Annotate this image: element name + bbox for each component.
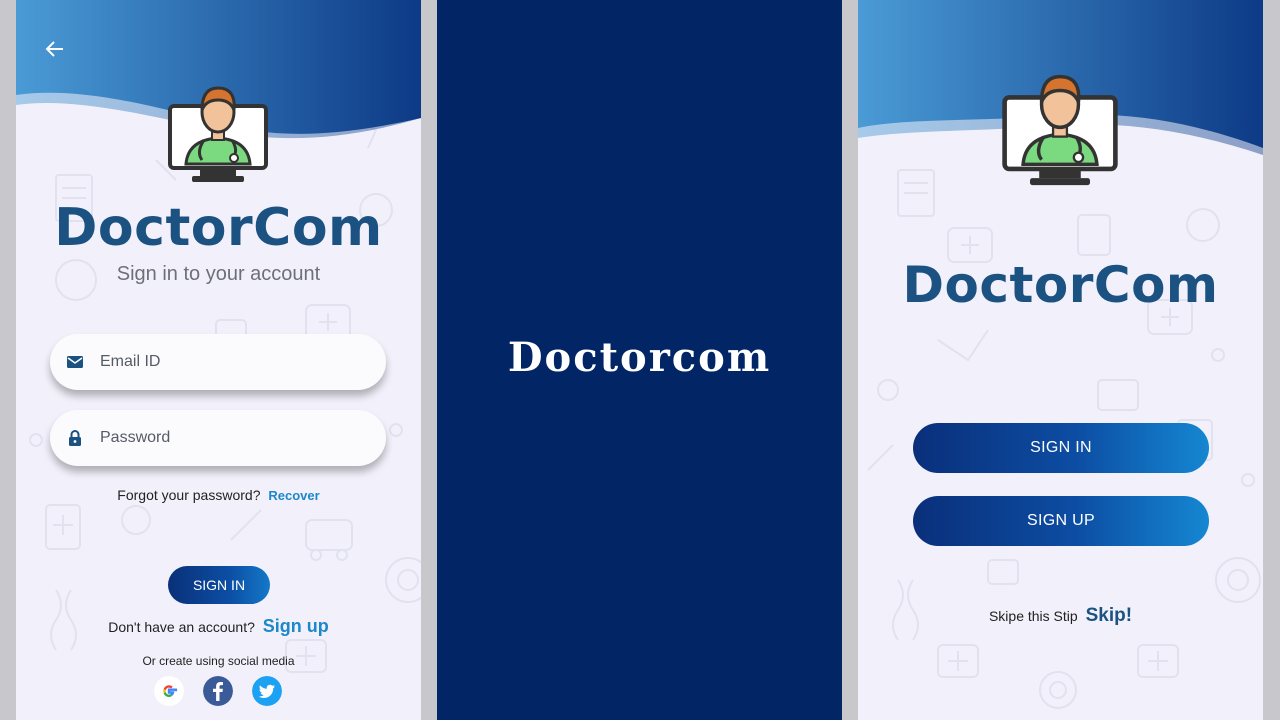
skip-row: Skipe this Stip Skip! [858, 605, 1263, 627]
email-field[interactable] [50, 334, 386, 390]
back-arrow-icon[interactable] [44, 38, 66, 60]
signin-button[interactable]: SIGN IN [913, 423, 1209, 473]
signup-button[interactable]: SIGN UP [913, 496, 1209, 546]
splash-screen: Doctorcom [437, 0, 842, 720]
password-field[interactable] [50, 410, 386, 466]
email-input[interactable] [98, 352, 362, 372]
twitter-icon[interactable] [252, 676, 282, 706]
recover-link[interactable]: Recover [268, 488, 319, 503]
google-icon[interactable] [154, 676, 184, 706]
signup-row: Don't have an account? Sign up [16, 616, 421, 637]
splash-logo-text: Doctorcom [507, 334, 772, 381]
no-account-text: Don't have an account? [108, 619, 255, 635]
signin-subtitle: Sign in to your account [116, 263, 321, 285]
doctor-monitor-logo [1002, 74, 1118, 186]
skip-text: Skipe this Stip [988, 608, 1078, 624]
signin-button[interactable]: SIGN IN [168, 566, 270, 604]
signup-link[interactable]: Sign up [263, 616, 329, 636]
signin-screen: DoctorCom Sign in to your account Forgot… [16, 0, 421, 720]
mail-icon [67, 356, 83, 368]
forgot-password-row: Forgot your password? Recover [16, 487, 421, 503]
password-input[interactable] [98, 428, 362, 448]
forgot-password-text: Forgot your password? [117, 487, 261, 503]
skip-link[interactable]: Skip! [1086, 605, 1132, 626]
welcome-screen: DoctorCom SIGN IN SIGN UP Skipe this Sti… [858, 0, 1263, 720]
brand-title: DoctorCom [902, 256, 1219, 314]
facebook-icon[interactable] [203, 676, 233, 706]
social-media-text: Or create using social media [142, 654, 295, 668]
doctor-monitor-logo [168, 86, 268, 182]
lock-icon [69, 430, 81, 446]
brand-title: DoctorCom [54, 198, 383, 258]
